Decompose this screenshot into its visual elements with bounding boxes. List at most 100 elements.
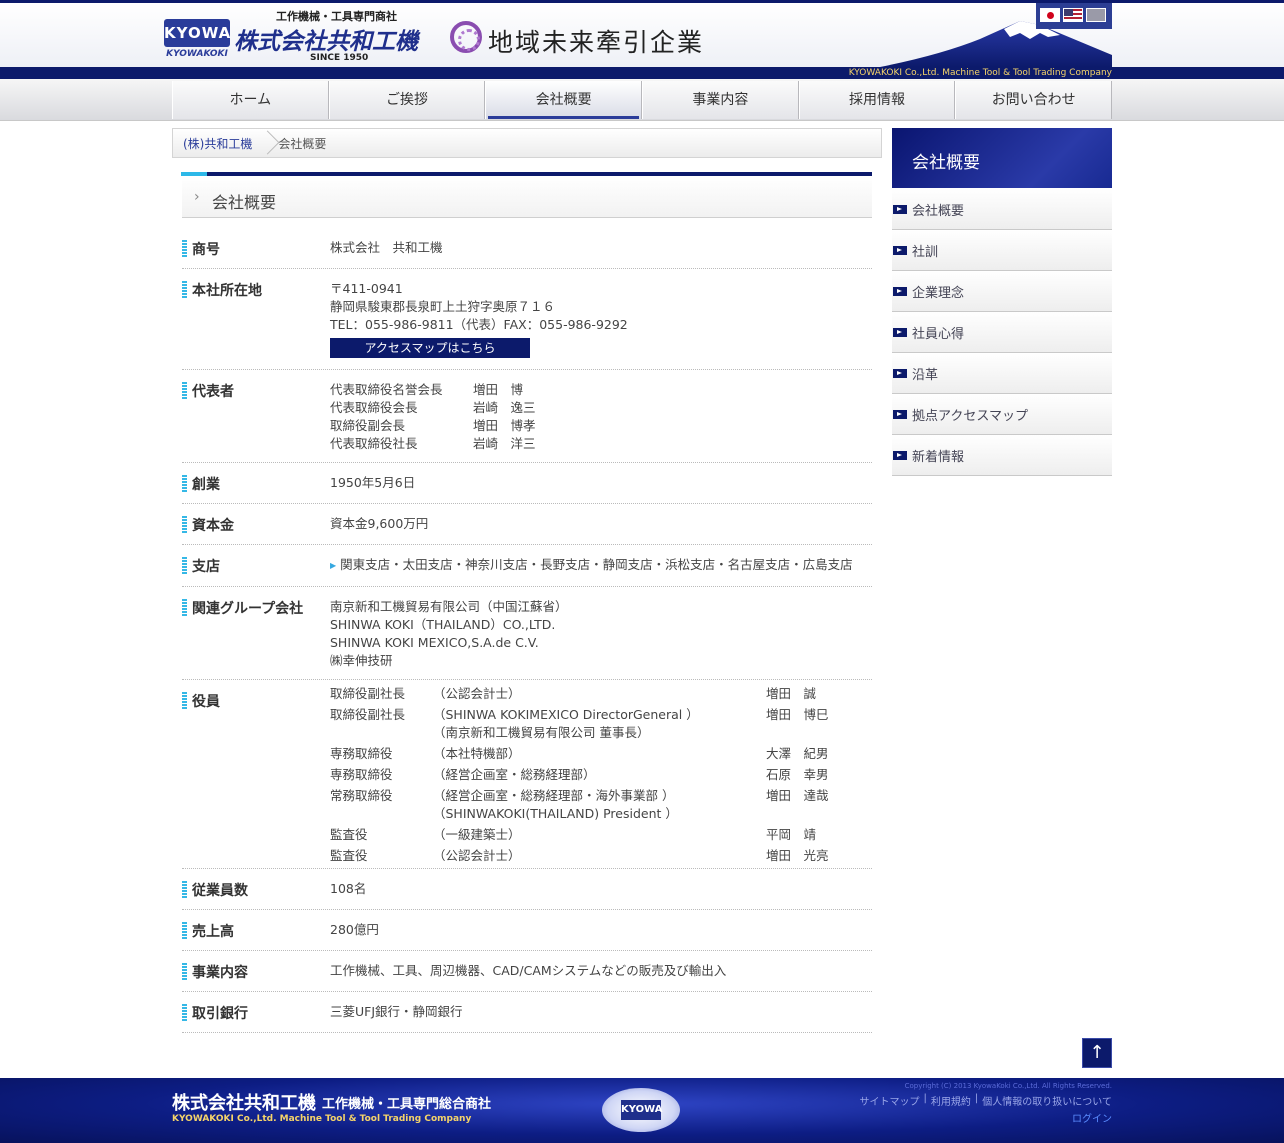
site-header: KYOWA KYOWAKOKI 工作機械・工具専門商社 株式会社共和工機 SIN… [0, 3, 1284, 67]
officer-dept: （経営企画室・総務経理部） [433, 766, 766, 784]
china-flag-icon[interactable] [1086, 8, 1106, 22]
japan-flag-icon[interactable] [1040, 8, 1060, 22]
sidebar-item-access-map[interactable]: 拠点アクセスマップ [892, 394, 1112, 435]
officer-name: 石原 幸男 [766, 767, 829, 782]
info-row-trade-name: 商号 株式会社 共和工機 [182, 228, 872, 269]
officer-title: 取締役副社長 [330, 707, 406, 722]
company-block: 工作機械・工具専門商社 株式会社共和工機 SINCE 1950 [234, 8, 434, 68]
footer-links: サイトマップ | 利用規約 | 個人情報の取り扱いについて [860, 1093, 1112, 1108]
officer-line: 監査役 （一級建築士） 平岡 靖 [330, 826, 872, 844]
nav-item-recruit[interactable]: 採用情報 [798, 81, 956, 119]
arrow-right-icon [893, 368, 907, 378]
chevron-right-icon: › [194, 189, 200, 205]
sidebar-item-label: 社訓 [912, 244, 939, 260]
row-value: 取締役副社長 （公認会計士） 増田 誠 取締役副社長 （SHINWA KOKIMEXI… [330, 680, 872, 865]
rep-title: 代表取締役会長 [330, 400, 418, 415]
officer-line: 常務取締役 （経営企画室・総務経理部・海外事業部 ） （SHINWAKOKI(THA… [330, 787, 872, 823]
row-label: 本社所在地 [182, 280, 262, 300]
row-value: 工作機械、工具、周辺機器、CAD/CAMシステムなどの販売及び輸出入 [330, 963, 727, 978]
language-switcher [1036, 3, 1112, 29]
officer-dept-line: （SHINWA KOKIMEXICO DirectorGeneral ） [433, 707, 699, 722]
officer-title: 監査役 [330, 848, 368, 863]
terms-link[interactable]: 利用規約 [931, 1093, 971, 1108]
row-value: 〒411-0941 静岡県駿東郡長泉町上土狩字奥原７１６ TEL：055-986… [330, 269, 872, 369]
officer-title: 常務取締役 [330, 788, 393, 803]
row-label: 創業 [182, 474, 220, 494]
sidebar-item-label: 新着情報 [912, 449, 965, 465]
arrow-right-icon [893, 286, 907, 296]
copyright: Copyright (C) 2013 KyowaKoki Co.,Ltd. Al… [904, 1082, 1112, 1090]
logo-mark: KYOWA [164, 19, 230, 47]
nav-item-contact[interactable]: お問い合わせ [955, 81, 1113, 119]
footer-company-name: 株式会社共和工機 [172, 1093, 316, 1114]
row-value: 資本金9,600万円 [330, 516, 429, 531]
row-label: 取引銀行 [182, 1003, 248, 1023]
officer-dept: （経営企画室・総務経理部・海外事業部 ） （SHINWAKOKI(THAILAND… [433, 787, 766, 823]
officer-dept-line: （本社特機部） [433, 746, 521, 761]
arrow-right-icon [893, 327, 907, 337]
arrow-right-icon [893, 204, 907, 214]
sidebar-item-guidelines[interactable]: 社員心得 [892, 312, 1112, 353]
officer-dept-line: （公認会計士） [433, 848, 521, 863]
row-value: 代表取締役名誉会長 増田 博 代表取締役会長 岩崎 逸三 取締役副会長 増田 博孝 代… [330, 370, 872, 462]
rep-name: 岩崎 逸三 [473, 400, 536, 415]
officer-line: 取締役副社長 （公認会計士） 増田 誠 [330, 685, 872, 703]
row-value: ▶ 関東支店・太田支店・神奈川支店・長野支店・静岡支店・浜松支店・名古屋支店・広島… [330, 545, 872, 586]
arrow-right-icon [893, 245, 907, 255]
privacy-link[interactable]: 個人情報の取り扱いについて [982, 1093, 1112, 1108]
postal-code: 〒411-0941 [330, 281, 403, 296]
info-row-business: 事業内容 工作機械、工具、周辺機器、CAD/CAMシステムなどの販売及び輸出入 [182, 951, 872, 992]
logo[interactable]: KYOWA KYOWAKOKI [164, 19, 230, 61]
sitemap-link[interactable]: サイトマップ [860, 1093, 920, 1108]
row-value: 108名 [330, 881, 367, 896]
officer-line: 専務取締役 （本社特機部） 大澤 紀男 [330, 745, 872, 763]
nav-item-greeting[interactable]: ご挨拶 [328, 81, 486, 119]
info-row-employees: 従業員数 108名 [182, 869, 872, 910]
branch-list: 関東支店・太田支店・神奈川支店・長野支店・静岡支店・浜松支店・名古屋支店・広島支… [340, 557, 853, 572]
login-link[interactable]: ログイン [1072, 1110, 1112, 1125]
rep-title: 代表取締役社長 [330, 436, 418, 451]
info-row-representatives: 代表者 代表取締役名誉会長 増田 博 代表取締役会長 岩崎 逸三 取締役副会長 増田 … [182, 370, 872, 463]
row-label: 事業内容 [182, 962, 248, 982]
sidebar-item-overview[interactable]: 会社概要 [892, 189, 1112, 230]
page-title: 会社概要 [212, 193, 277, 212]
group-company: ㈱幸伸技研 [330, 653, 393, 668]
access-map-button[interactable]: アクセスマップはこちら [330, 338, 530, 358]
info-row-officers: 役員 取締役副社長 （公認会計士） 増田 誠 取締役副社長 （SHINWA KOKIM… [182, 680, 872, 869]
info-row-sales: 売上高 280億円 [182, 910, 872, 951]
back-to-top-button[interactable]: ↑ [1082, 1038, 1112, 1068]
breadcrumb-home-link[interactable]: (株)共和工機 [173, 135, 262, 152]
sidebar-item-label: 社員心得 [912, 326, 965, 342]
row-value: 1950年5月6日 [330, 475, 416, 490]
representative-line: 取締役副会長 増田 博孝 [330, 417, 872, 435]
officer-dept: （公認会計士） [433, 847, 766, 865]
officer-name: 増田 博巳 [766, 707, 829, 722]
sidebar-item-motto[interactable]: 社訓 [892, 230, 1112, 271]
sidebar-item-news[interactable]: 新着情報 [892, 435, 1112, 476]
sidebar-item-label: 企業理念 [912, 285, 965, 301]
company-info-table: 商号 株式会社 共和工機 本社所在地 〒411-0941 静岡県駿東郡長泉町上土… [182, 228, 872, 1033]
region-circle-icon [450, 21, 482, 53]
footer-logo: KYOWA [602, 1088, 680, 1132]
info-row-group: 関連グループ会社 南京新和工機貿易有限公司（中国江蘇省） SHINWA KOKI… [182, 587, 872, 680]
nav-item-business[interactable]: 事業内容 [642, 81, 799, 119]
row-label: 役員 [182, 691, 220, 711]
sidebar-item-history[interactable]: 沿革 [892, 353, 1112, 394]
officer-title: 取締役副社長 [330, 686, 406, 701]
sidebar-item-label: 会社概要 [912, 203, 965, 219]
breadcrumb: (株)共和工機 会社概要 [172, 128, 882, 158]
us-flag-icon[interactable] [1063, 8, 1083, 22]
sidebar-item-label: 拠点アクセスマップ [912, 408, 1028, 424]
row-label: 関連グループ会社 [182, 598, 303, 618]
sidebar-item-philosophy[interactable]: 企業理念 [892, 271, 1112, 312]
info-row-address: 本社所在地 〒411-0941 静岡県駿東郡長泉町上土狩字奥原７１６ TEL：0… [182, 269, 872, 370]
group-company: SHINWA KOKI MEXICO,S.A.de C.V. [330, 635, 539, 650]
row-label: 支店 [182, 556, 220, 576]
nav-item-home[interactable]: ホーム [172, 81, 329, 119]
officer-name: 大澤 紀男 [766, 746, 829, 761]
nav-item-company[interactable]: 会社概要 [485, 81, 643, 119]
row-label: 資本金 [182, 515, 234, 535]
group-company: 南京新和工機貿易有限公司（中国江蘇省） [330, 599, 568, 614]
row-value: 三菱UFJ銀行・静岡銀行 [330, 1004, 463, 1019]
sidebar-header: 会社概要 [892, 128, 1112, 188]
